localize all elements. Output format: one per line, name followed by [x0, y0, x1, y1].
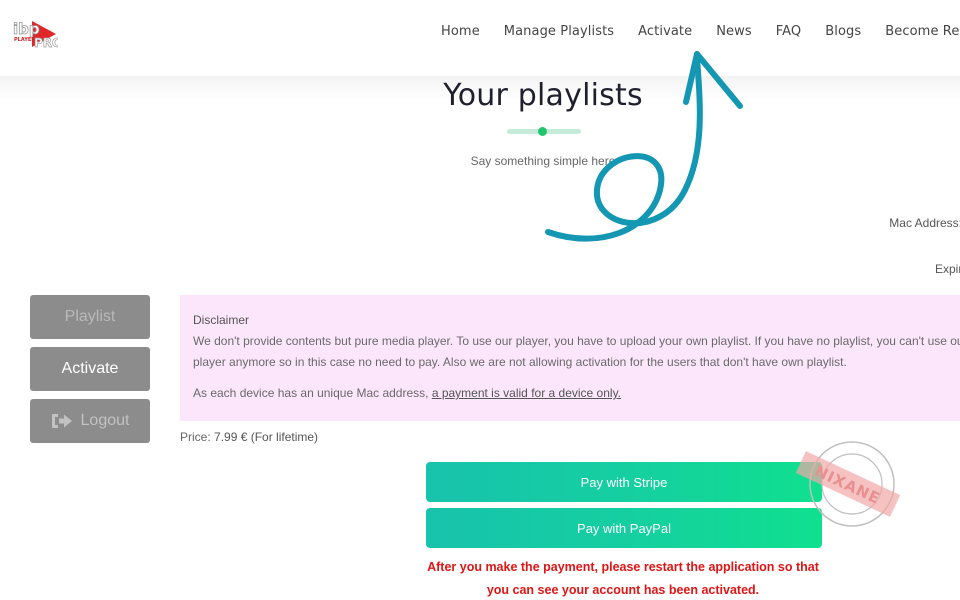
price-info: Price: 7.99 € (For lifetime) — [180, 430, 318, 444]
page-title: Your playlists — [443, 78, 643, 113]
nav-manage-playlists[interactable]: Manage Playlists — [504, 24, 614, 39]
pay-with-stripe-button[interactable]: Pay with Stripe — [426, 462, 822, 502]
site-header: ibp PLAYER PRO Home Manage Playlists Act… — [0, 0, 960, 76]
nav-activate[interactable]: Activate — [638, 24, 692, 39]
nav-news[interactable]: News — [716, 24, 752, 39]
title-divider-dot — [538, 127, 547, 136]
nav-home[interactable]: Home — [441, 24, 480, 39]
svg-text:PRO: PRO — [34, 36, 58, 49]
disclaimer-note-text: As each device has an unique Mac address… — [193, 386, 432, 400]
sidebar-item-label: Playlist — [64, 308, 116, 325]
disclaimer-heading: Disclaimer — [193, 313, 250, 327]
notice-line-1: After you make the payment, please resta… — [427, 560, 819, 574]
sidebar-playlist-button[interactable]: Playlist — [30, 295, 150, 339]
mac-address-label: Mac Address: — [889, 216, 960, 230]
notice-line-2: you can see your account has been activa… — [486, 583, 760, 597]
sidebar-item-label: Activate — [61, 360, 119, 377]
price-label: Price: — [180, 430, 215, 444]
svg-text:PLAYER: PLAYER — [14, 37, 35, 43]
page-subtitle: Say something simple here — [470, 154, 616, 168]
sidebar-activate-button[interactable]: Activate — [30, 347, 150, 391]
logo[interactable]: ibp PLAYER PRO — [12, 17, 63, 51]
ibp-player-pro-logo-icon: ibp PLAYER PRO — [13, 20, 63, 51]
disclaimer-line-2: player anymore so in this case no need t… — [193, 355, 847, 369]
main-nav: Home Manage Playlists Activate News FAQ … — [441, 24, 960, 39]
price-value: 7.99 € (For lifetime) — [214, 430, 319, 444]
nav-blogs[interactable]: Blogs — [825, 24, 861, 39]
sign-out-icon — [51, 413, 73, 429]
watermark-text: NIXANE — [812, 462, 883, 508]
nav-become-reseller[interactable]: Become Reseller — [885, 24, 960, 39]
pay-with-paypal-button[interactable]: Pay with PayPal — [426, 508, 822, 548]
sidebar-item-label: Logout — [80, 412, 130, 429]
sidebar-logout-button[interactable]: Logout — [30, 399, 150, 443]
disclaimer-note: As each device has an unique Mac address… — [193, 383, 960, 404]
nav-faq[interactable]: FAQ — [776, 24, 801, 39]
disclaimer-box: Disclaimer We don't provide contents but… — [180, 295, 960, 421]
expiry-label: Expiry: — [935, 262, 960, 276]
disclaimer-line-1: We don't provide contents but pure media… — [193, 334, 960, 348]
disclaimer-note-emphasis: a payment is valid for a device only. — [431, 386, 622, 400]
activation-notice: After you make the payment, please resta… — [0, 556, 960, 600]
